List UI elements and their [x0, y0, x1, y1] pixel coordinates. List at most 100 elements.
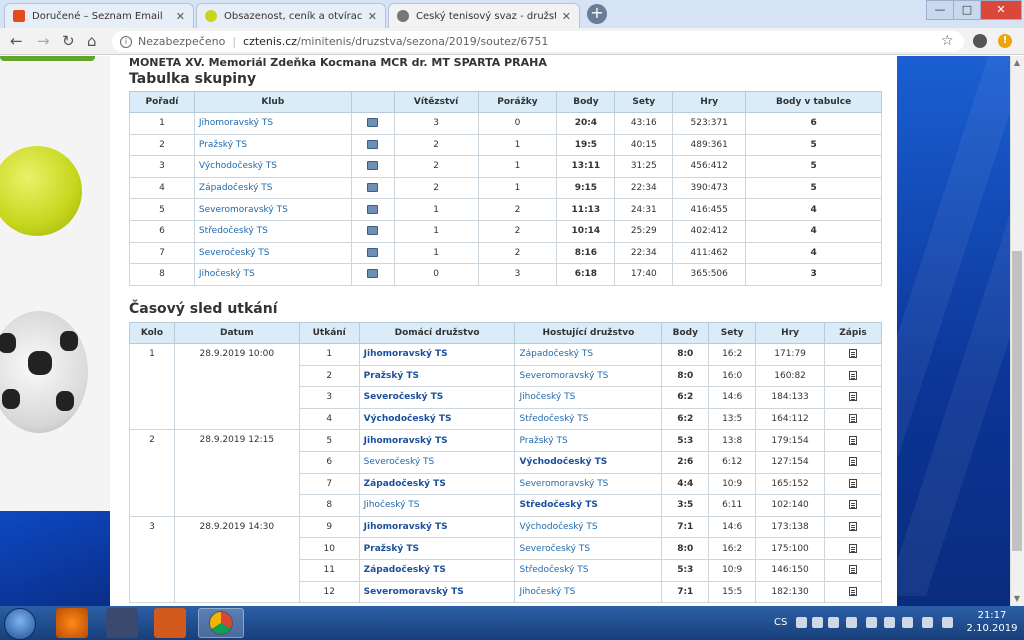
minimize-button[interactable]: —	[926, 0, 954, 20]
save-icon[interactable]	[106, 608, 138, 638]
match-number-cell: 1	[298, 343, 360, 366]
reload-icon[interactable]: ↻	[62, 32, 75, 50]
home-team-link[interactable]: Východočeský TS	[364, 414, 452, 424]
info-icon[interactable]: i	[120, 35, 132, 48]
standings-header-cell: Sety	[614, 91, 674, 113]
club-link[interactable]: Západočeský TS	[199, 183, 273, 193]
print-icon[interactable]	[367, 118, 379, 128]
document-icon[interactable]	[849, 457, 858, 467]
away-team-link[interactable]: Jihočeský TS	[519, 392, 575, 402]
signal-icon[interactable]	[922, 617, 933, 628]
away-team-link[interactable]: Severomoravský TS	[519, 479, 608, 489]
document-icon[interactable]	[849, 349, 858, 359]
close-icon[interactable]: ✕	[368, 10, 377, 23]
print-icon[interactable]	[367, 247, 379, 257]
star-icon[interactable]: ☆	[941, 33, 954, 49]
clock[interactable]: 21:17 2.10.2019	[962, 609, 1022, 635]
network-icon[interactable]	[866, 617, 877, 628]
document-icon[interactable]	[849, 586, 858, 596]
close-icon[interactable]: ✕	[562, 10, 571, 23]
games-cell: 402:412	[672, 219, 747, 243]
battery-icon[interactable]	[902, 617, 913, 628]
back-icon[interactable]: ←	[10, 32, 23, 50]
losses-cell: 1	[477, 133, 558, 157]
home-team-link[interactable]: Jihomoravský TS	[364, 522, 448, 532]
language-indicator[interactable]: CS	[774, 617, 787, 628]
url-bar[interactable]: i Nezabezpečeno | cztenis.cz /minitenis/…	[112, 31, 964, 52]
print-icon[interactable]	[367, 161, 379, 171]
document-icon[interactable]	[849, 370, 858, 380]
print-icon[interactable]	[367, 226, 379, 236]
club-link[interactable]: Severomoravský TS	[199, 205, 288, 215]
tray-app-icon[interactable]	[846, 617, 857, 628]
update-icon[interactable]: !	[998, 34, 1012, 48]
home-team-link[interactable]: Jihočeský TS	[364, 500, 420, 510]
home-team-link[interactable]: Západočeský TS	[364, 565, 446, 575]
close-icon[interactable]: ✕	[176, 10, 185, 23]
club-link[interactable]: Východočeský TS	[199, 161, 277, 171]
points-cell: 11:13	[556, 198, 616, 221]
tab-obsazenost[interactable]: Obsazenost, ceník a otvírací dob ✕	[196, 3, 386, 28]
club-link[interactable]: Severočeský TS	[199, 248, 270, 258]
away-team-link[interactable]: Západočeský TS	[519, 349, 593, 359]
volume-icon[interactable]	[942, 617, 953, 628]
scroll-up-icon[interactable]: ▲	[1010, 56, 1024, 70]
club-link[interactable]: Středočeský TS	[199, 226, 268, 236]
away-team-cell: Středočeský TS	[514, 494, 663, 517]
document-icon[interactable]	[849, 522, 858, 532]
print-icon[interactable]	[367, 183, 379, 193]
home-icon[interactable]: ⌂	[87, 32, 97, 50]
scrollbar-thumb[interactable]	[1012, 251, 1022, 551]
club-link[interactable]: Jihomoravský TS	[199, 118, 273, 128]
print-icon[interactable]	[367, 269, 379, 279]
window-close-button[interactable]: ✕	[980, 0, 1022, 20]
shield-icon[interactable]	[812, 617, 823, 628]
losses-cell: 0	[477, 112, 558, 135]
points-cell: 20:4	[556, 112, 616, 135]
print-icon[interactable]	[367, 204, 379, 214]
home-team-link[interactable]: Severočeský TS	[364, 457, 435, 467]
document-icon[interactable]	[849, 478, 858, 488]
tab-cztenis[interactable]: Český tenisový svaz - družstva ✕	[388, 3, 580, 28]
home-team-link[interactable]: Jihomoravský TS	[364, 349, 448, 359]
document-icon[interactable]	[849, 500, 858, 510]
away-team-link[interactable]: Východočeský TS	[519, 457, 607, 467]
new-tab-button[interactable]: +	[587, 4, 607, 24]
document-icon[interactable]	[849, 414, 858, 424]
media-player-icon[interactable]	[154, 608, 186, 638]
away-team-link[interactable]: Středočeský TS	[519, 500, 597, 510]
account-icon[interactable]	[973, 34, 987, 48]
home-team-link[interactable]: Severomoravský TS	[364, 587, 464, 597]
document-icon[interactable]	[849, 565, 858, 575]
club-link[interactable]: Jihočeský TS	[199, 269, 255, 279]
away-team-link[interactable]: Pražský TS	[519, 436, 567, 446]
help-icon[interactable]	[796, 617, 807, 628]
home-team-link[interactable]: Pražský TS	[364, 544, 419, 554]
away-team-link[interactable]: Východočeský TS	[519, 522, 597, 532]
skype-icon[interactable]	[828, 617, 839, 628]
document-icon[interactable]	[849, 543, 858, 553]
tab-title: Český tenisový svaz - družstva	[416, 10, 556, 22]
chat-icon[interactable]	[884, 617, 895, 628]
home-team-link[interactable]: Západočeský TS	[364, 479, 446, 489]
document-icon[interactable]	[849, 392, 858, 402]
start-button[interactable]	[4, 608, 36, 640]
away-team-link[interactable]: Středočeský TS	[519, 565, 588, 575]
chrome-icon[interactable]	[198, 608, 244, 638]
home-team-link[interactable]: Pražský TS	[364, 371, 419, 381]
match-games-cell: 146:150	[755, 558, 826, 582]
tab-seznam-email[interactable]: Doručené – Seznam Email ✕	[4, 3, 194, 28]
away-team-link[interactable]: Severočeský TS	[519, 544, 590, 554]
print-icon[interactable]	[367, 139, 379, 149]
away-team-link[interactable]: Středočeský TS	[519, 414, 588, 424]
away-team-link[interactable]: Jihočeský TS	[519, 587, 575, 597]
document-icon[interactable]	[849, 435, 858, 445]
scroll-down-icon[interactable]: ▼	[1010, 592, 1024, 606]
club-link[interactable]: Pražský TS	[199, 140, 247, 150]
maximize-button[interactable]: □	[953, 0, 981, 20]
away-team-link[interactable]: Severomoravský TS	[519, 371, 608, 381]
home-team-link[interactable]: Jihomoravský TS	[364, 436, 448, 446]
firefox-icon[interactable]	[56, 608, 88, 638]
forward-icon[interactable]: →	[37, 32, 50, 50]
home-team-link[interactable]: Severočeský TS	[364, 392, 444, 402]
